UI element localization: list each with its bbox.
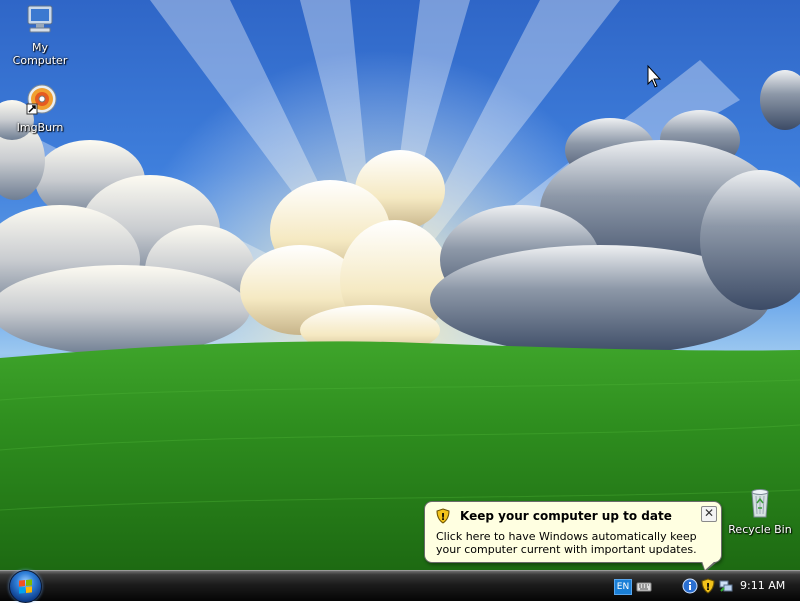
info-icon[interactable] <box>682 578 698 594</box>
balloon-tail-fill <box>702 561 715 570</box>
update-notification-balloon[interactable]: ! Keep your computer up to date ✕ Click … <box>424 501 722 572</box>
desktop-icon-my-computer[interactable]: My Computer <box>0 4 80 67</box>
desktop-icon-label: ImgBurn <box>16 121 64 134</box>
system-clock[interactable]: 9:11 AM <box>740 579 785 592</box>
svg-text:!: ! <box>441 512 446 523</box>
desktop-icon-recycle-bin[interactable]: Recycle Bin <box>720 486 800 536</box>
svg-text:!: ! <box>706 582 711 593</box>
desktop-icon-label: Recycle Bin <box>728 523 792 536</box>
close-icon[interactable]: ✕ <box>701 506 717 522</box>
desktop-icon-label: My Computer <box>12 41 68 67</box>
balloon-title: Keep your computer up to date <box>460 509 672 523</box>
start-button[interactable] <box>9 570 42 603</box>
network-icon[interactable] <box>718 578 734 594</box>
balloon-message[interactable]: Click here to have Windows automatically… <box>436 530 718 556</box>
computer-icon <box>23 4 57 38</box>
desktop-icon-imgburn[interactable]: ImgBurn <box>0 84 80 134</box>
taskbar: EN ! 9:11 AM <box>0 570 800 603</box>
desktop-wallpaper <box>0 0 800 570</box>
imgburn-disc-icon <box>23 84 57 118</box>
recycle-bin-icon <box>743 486 777 520</box>
keyboard-icon[interactable] <box>636 578 652 594</box>
security-shield-icon[interactable]: ! <box>700 578 716 594</box>
windows-orb-icon <box>19 579 32 594</box>
security-shield-icon: ! <box>435 508 451 524</box>
language-indicator[interactable]: EN <box>614 579 632 595</box>
